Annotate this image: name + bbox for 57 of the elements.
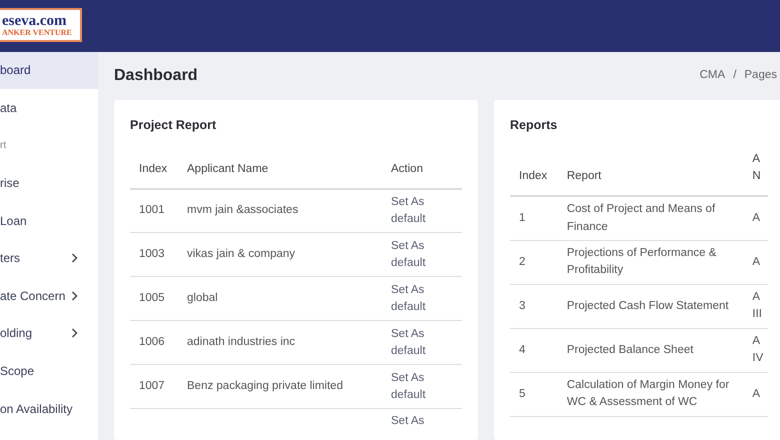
table-cell: 1005: [139, 292, 165, 304]
card-title: Project Report: [130, 117, 218, 134]
table-cell: 1003: [139, 248, 165, 260]
table-cell: global: [187, 292, 218, 304]
set-default-link[interactable]: Set As default: [391, 238, 443, 272]
table-cell: vikas jain & company: [187, 248, 296, 260]
page-title: Dashboard: [114, 66, 198, 86]
sidebar-item[interactable]: board: [0, 52, 98, 90]
sidebar-item[interactable]: Loan: [0, 202, 98, 240]
sidebar-heading: rt: [0, 139, 8, 154]
table-cell: Calculation of Margin Money for WC & Assessment of WC: [566, 379, 730, 408]
table-cell: A IV: [752, 335, 764, 364]
sidebar-item[interactable]: ters: [0, 240, 98, 278]
column-header: Report: [558, 150, 748, 196]
set-default-link[interactable]: Set As default: [391, 326, 443, 360]
set-default-link[interactable]: Set As: [391, 413, 443, 430]
table-cell: Cost of Project and Means of Finance: [566, 203, 716, 232]
table-cell: 1007: [139, 380, 165, 392]
chevron-right-icon: [71, 290, 78, 301]
chevron-right-icon: [71, 253, 78, 264]
card-title: Reports: [510, 117, 558, 134]
table-cell: Projections of Performance & Profitability: [566, 247, 716, 276]
table-cell: 5: [519, 388, 526, 400]
table-cell: A: [752, 388, 760, 400]
table-cell: 1006: [139, 336, 165, 348]
set-default-link[interactable]: Set As default: [391, 370, 443, 404]
table-cell: 4: [519, 344, 526, 356]
breadcrumb-separator: /: [733, 68, 736, 84]
column-header: Index: [510, 150, 558, 196]
table-cell: A III: [752, 291, 762, 320]
breadcrumb-item[interactable]: Pages: [744, 67, 777, 84]
logo[interactable]: eseva.com ANKER VENTURE: [0, 8, 82, 42]
table-cell: adinath industries inc: [187, 336, 296, 348]
table-cell: 1: [519, 212, 526, 224]
table-cell: Projected Balance Sheet: [566, 344, 694, 356]
sidebar-item[interactable]: Scope: [0, 352, 98, 390]
table-cell: 1001: [139, 204, 165, 216]
table-cell: 2: [519, 256, 526, 268]
table-cell: Benz packaging private limited: [187, 380, 343, 392]
sidebar-item[interactable]: rise: [0, 164, 98, 202]
sidebar-item[interactable]: ate Concern: [0, 277, 98, 315]
chevron-right-icon: [71, 328, 78, 338]
sidebar-item[interactable]: olding: [0, 314, 98, 352]
set-default-link[interactable]: Set As default: [391, 194, 443, 228]
set-default-link[interactable]: Set As default: [391, 282, 443, 316]
breadcrumb-item[interactable]: CMA: [700, 67, 726, 84]
column-header: Index: [130, 150, 178, 189]
column-header: Applicant Name: [178, 150, 382, 189]
table-cell: mvm jain &associates: [187, 204, 298, 216]
table-cell: A: [752, 256, 760, 268]
table-cell: Projected Cash Flow Statement: [566, 300, 729, 312]
column-header: A N: [748, 150, 768, 196]
sidebar-item[interactable]: ata: [0, 89, 98, 127]
table-cell: A: [752, 212, 760, 224]
column-header: Action: [382, 150, 462, 189]
sidebar-item[interactable]: on Availability: [0, 390, 98, 428]
table-cell: 3: [519, 300, 526, 312]
